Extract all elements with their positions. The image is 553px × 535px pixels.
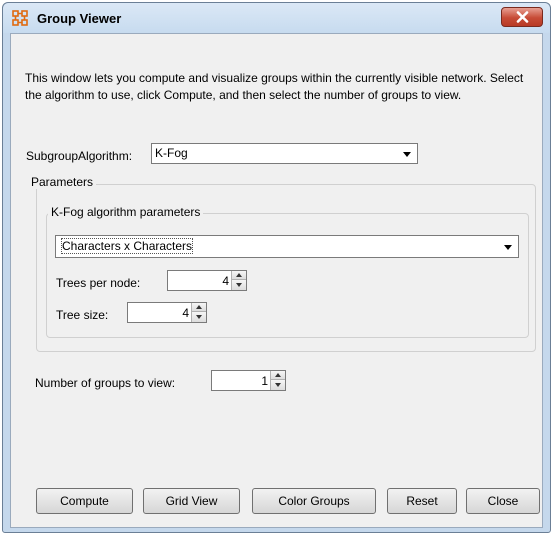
tree-size-spinner[interactable]: 4 (127, 302, 207, 323)
tree-size-value: 4 (182, 306, 189, 320)
decrement-icon[interactable] (232, 280, 246, 290)
groups-to-view-value: 1 (261, 374, 268, 388)
close-icon (516, 11, 529, 23)
increment-icon[interactable] (232, 271, 246, 280)
network-select[interactable]: Characters x Characters (55, 235, 519, 258)
tree-size-label: Tree size: (56, 308, 109, 322)
group-viewer-icon (12, 10, 28, 26)
spinner-buttons (231, 271, 246, 290)
trees-per-node-spinner[interactable]: 4 (167, 270, 247, 291)
groups-to-view-label: Number of groups to view: (35, 376, 176, 390)
kfog-parameters-title: K-Fog algorithm parameters (48, 205, 204, 219)
color-groups-button[interactable]: Color Groups (252, 488, 376, 514)
spinner-buttons (191, 303, 206, 322)
subgroup-algorithm-label: SubgroupAlgorithm: (26, 149, 133, 163)
reset-button[interactable]: Reset (387, 488, 457, 514)
increment-icon[interactable] (271, 371, 285, 380)
decrement-icon[interactable] (271, 380, 285, 390)
decrement-icon[interactable] (192, 312, 206, 322)
trees-per-node-value: 4 (222, 274, 229, 288)
compute-button[interactable]: Compute (36, 488, 133, 514)
window-title: Group Viewer (37, 11, 122, 26)
grid-view-button[interactable]: Grid View (143, 488, 240, 514)
chevron-down-icon (403, 152, 411, 157)
subgroup-algorithm-select[interactable]: K-Fog (151, 143, 418, 164)
description-text: This window lets you compute and visuali… (25, 71, 524, 102)
trees-per-node-label: Trees per node: (56, 276, 141, 290)
parameters-title: Parameters (28, 175, 97, 189)
network-select-value: Characters x Characters (60, 238, 194, 254)
subgroup-algorithm-value: K-Fog (155, 146, 188, 160)
increment-icon[interactable] (192, 303, 206, 312)
groups-to-view-spinner[interactable]: 1 (211, 370, 286, 391)
spinner-buttons (270, 371, 285, 390)
close-button[interactable]: Close (466, 488, 540, 514)
chevron-down-icon (504, 245, 512, 250)
title-bar[interactable]: Group Viewer (3, 3, 550, 33)
window-close-button[interactable] (501, 7, 543, 27)
